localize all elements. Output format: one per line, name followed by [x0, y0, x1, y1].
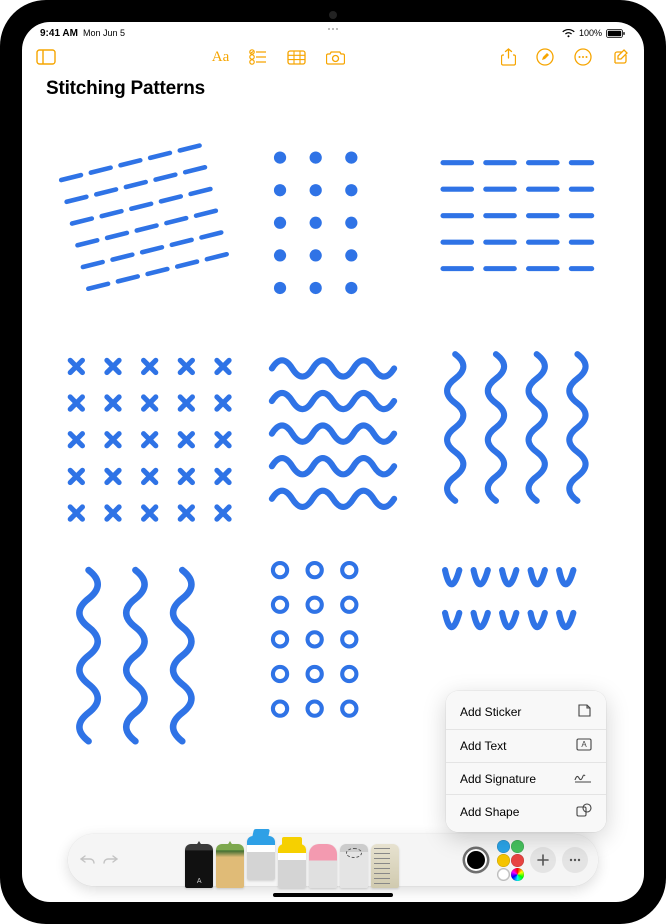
menu-item-label: Add Text: [460, 739, 506, 753]
add-button[interactable]: [530, 847, 556, 873]
top-toolbar: Aa: [22, 42, 644, 72]
pen-tool[interactable]: A: [185, 844, 213, 888]
color-well-yellow[interactable]: [497, 854, 510, 867]
pencil-tool[interactable]: [216, 844, 244, 888]
add-menu-popup: Add Sticker Add Text A Add Signature Add…: [446, 691, 606, 832]
ipad-frame: 9:41 AM Mon Jun 5 100% Aa: [0, 0, 666, 924]
menu-item-label: Add Sticker: [460, 705, 521, 719]
checklist-button[interactable]: [249, 49, 267, 65]
add-sticker-item[interactable]: Add Sticker: [446, 695, 606, 729]
lasso-tool[interactable]: [340, 844, 368, 888]
current-color-well[interactable]: [465, 849, 487, 871]
status-date: Mon Jun 5: [83, 28, 125, 38]
eraser-tool[interactable]: [309, 844, 337, 888]
redo-button[interactable]: [100, 850, 120, 870]
markup-button[interactable]: [536, 48, 554, 66]
add-text-item[interactable]: Add Text A: [446, 729, 606, 762]
battery-percentage: 100%: [579, 28, 602, 38]
markup-toolbar: A: [68, 834, 598, 886]
text-box-icon: A: [576, 738, 592, 754]
color-picker-button[interactable]: [511, 868, 524, 881]
home-indicator[interactable]: [273, 893, 393, 897]
camera-dot: [329, 11, 337, 19]
color-well-green[interactable]: [511, 840, 524, 853]
color-palette: [497, 838, 525, 883]
toolbar-more-button[interactable]: [562, 847, 588, 873]
ruler-tool[interactable]: [371, 844, 399, 888]
add-shape-item[interactable]: Add Shape: [446, 794, 606, 828]
status-time: 9:41 AM: [40, 28, 78, 39]
color-well-blue[interactable]: [497, 840, 510, 853]
share-button[interactable]: [501, 48, 516, 66]
highlighter-tool[interactable]: [278, 844, 306, 888]
status-bar: 9:41 AM Mon Jun 5 100%: [22, 22, 644, 42]
color-well-red[interactable]: [511, 854, 524, 867]
battery-icon: [606, 29, 626, 38]
sidebar-toggle-button[interactable]: [36, 49, 56, 65]
more-button[interactable]: [574, 48, 592, 66]
compose-button[interactable]: [612, 48, 630, 66]
marker-tool[interactable]: [247, 836, 275, 880]
multitask-indicator[interactable]: [328, 28, 338, 30]
svg-text:A: A: [581, 740, 587, 749]
menu-item-label: Add Signature: [460, 772, 536, 786]
wifi-icon: [562, 29, 575, 38]
add-signature-item[interactable]: Add Signature: [446, 762, 606, 794]
table-button[interactable]: [287, 50, 306, 65]
undo-button[interactable]: [78, 850, 98, 870]
menu-item-label: Add Shape: [460, 805, 519, 819]
tool-tray: A: [126, 834, 459, 886]
format-button[interactable]: Aa: [212, 49, 230, 66]
sticker-icon: [577, 703, 592, 721]
note-title: Stitching Patterns: [22, 72, 644, 108]
camera-button[interactable]: [326, 50, 345, 65]
screen: 9:41 AM Mon Jun 5 100% Aa: [22, 22, 644, 902]
shapes-icon: [576, 803, 592, 820]
signature-icon: [574, 771, 592, 786]
color-well-white[interactable]: [497, 868, 510, 881]
